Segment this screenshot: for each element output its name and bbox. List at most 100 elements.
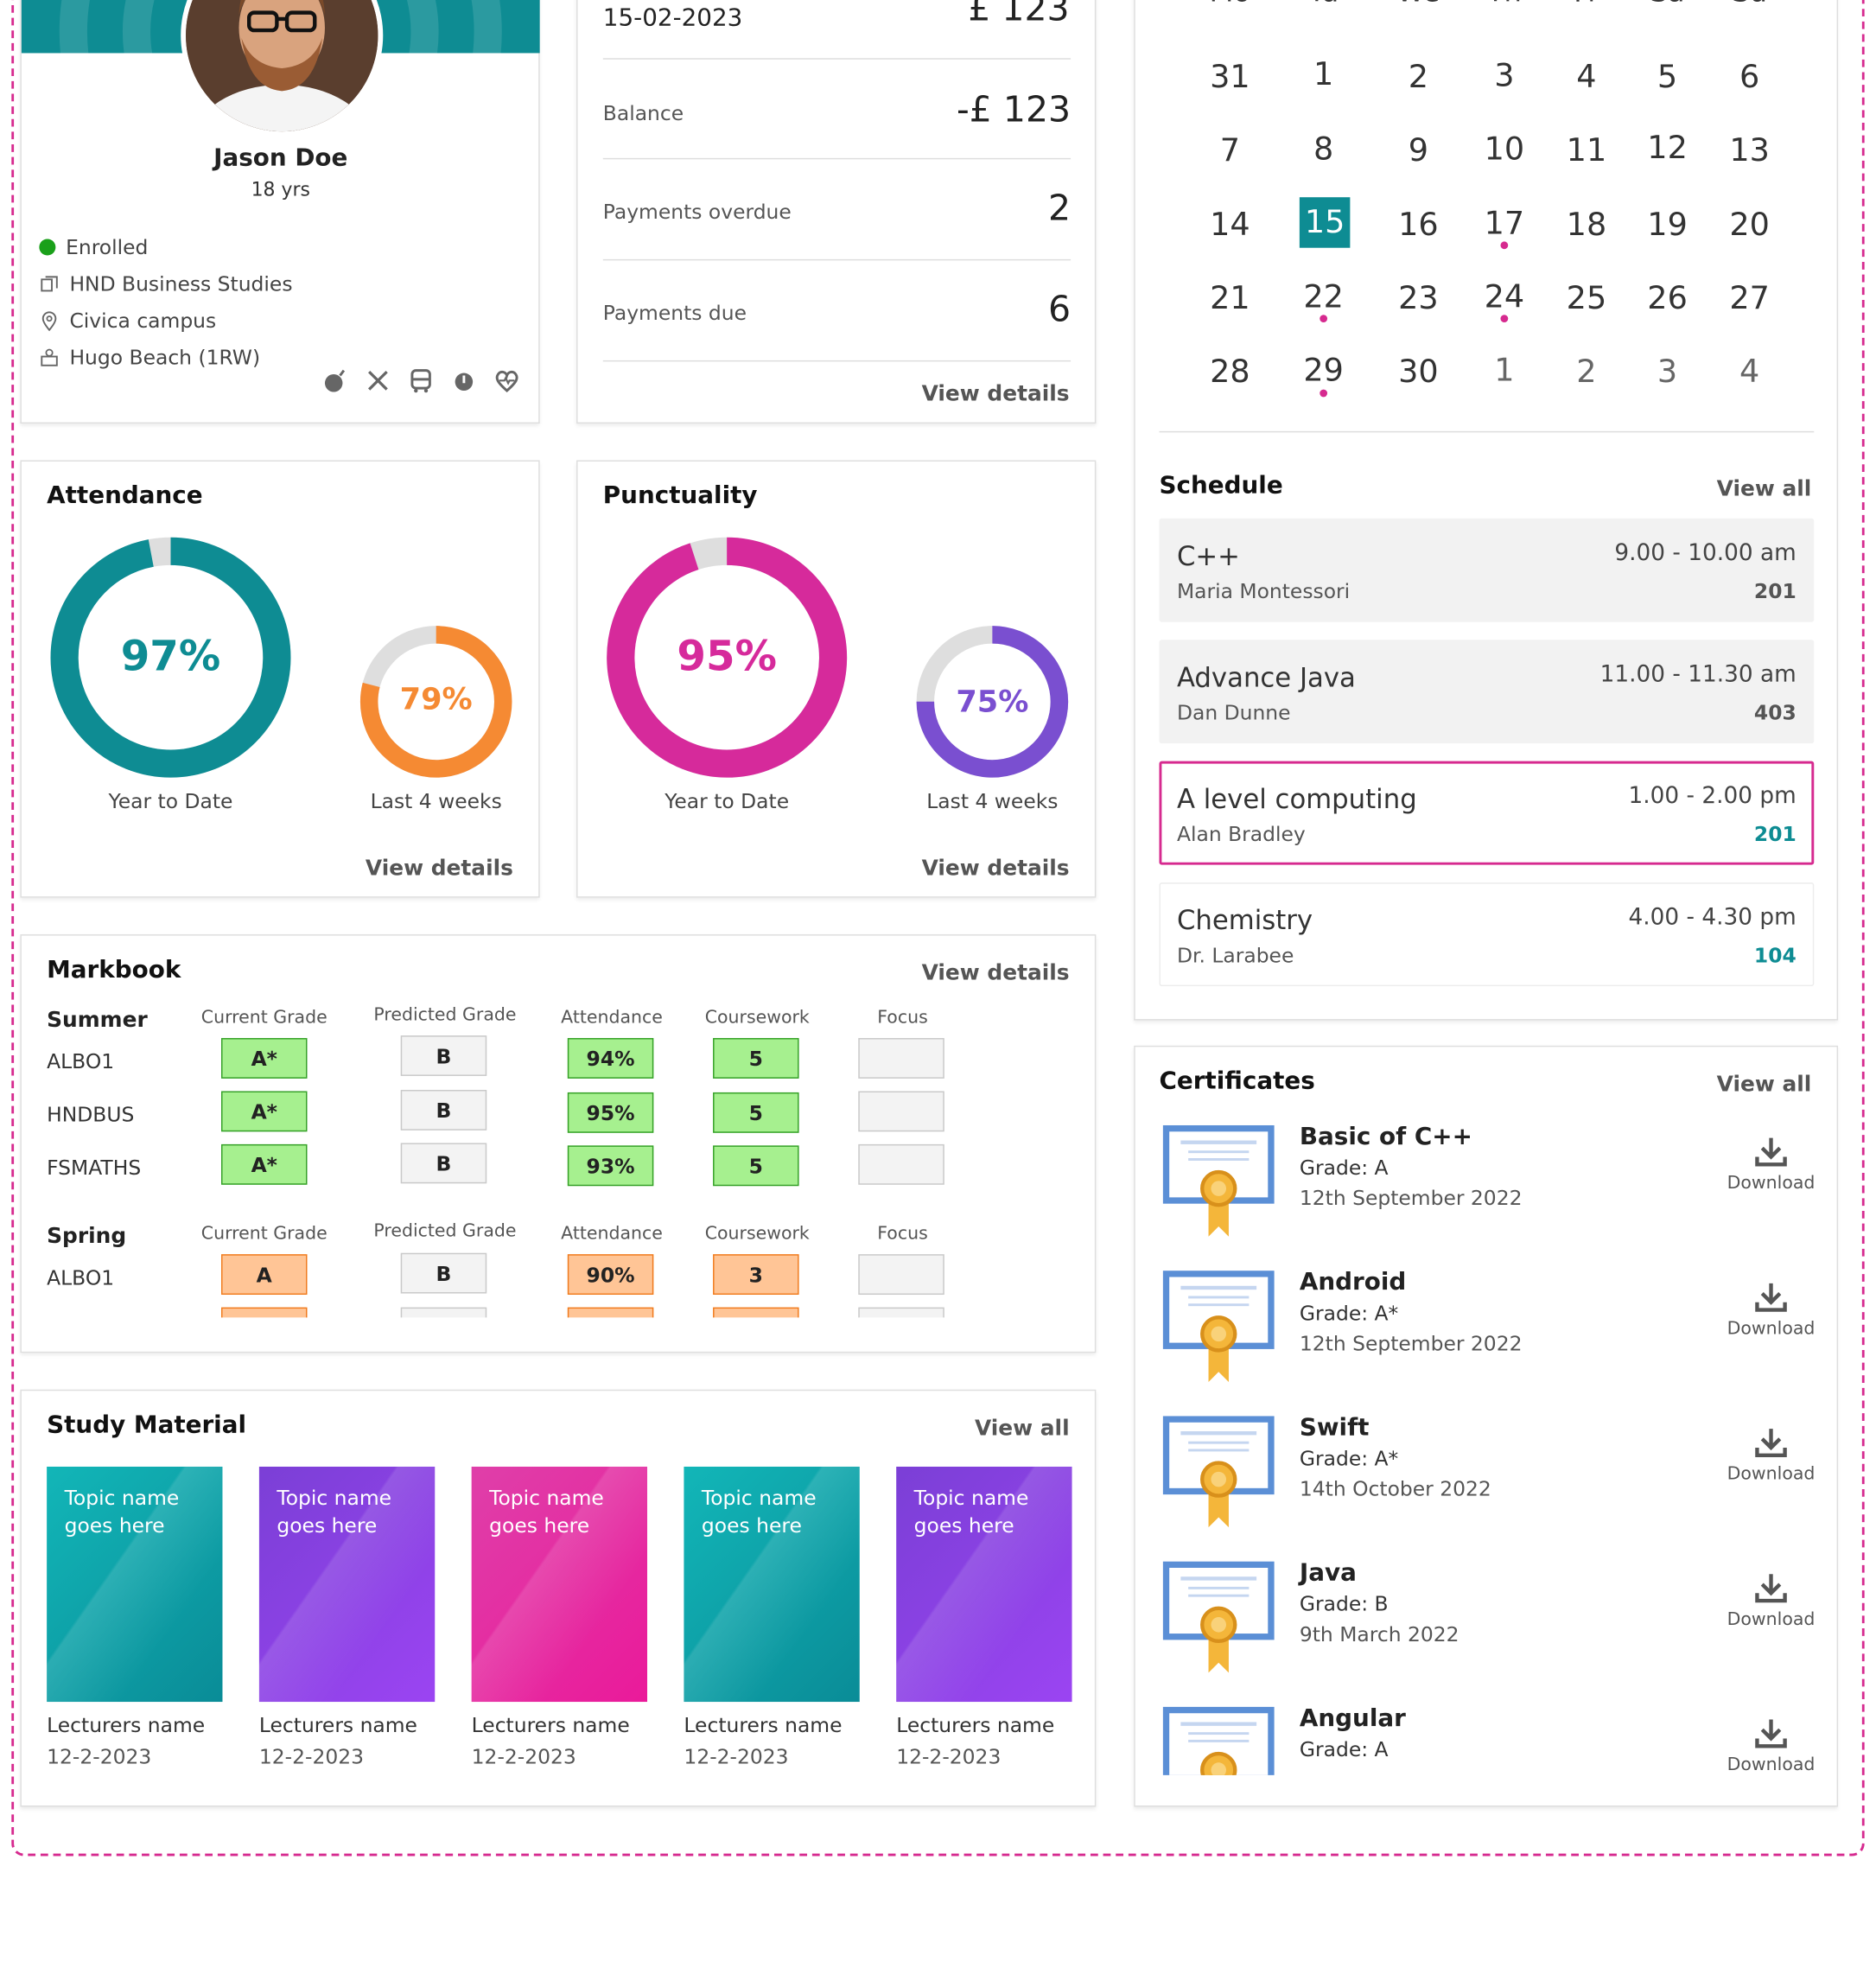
calendar-day[interactable]: 23 <box>1390 279 1447 315</box>
punctuality-view-details-link[interactable]: View details <box>922 856 1070 881</box>
calendar-day[interactable]: 25 <box>1557 279 1615 315</box>
certificate-list[interactable]: Basic of C++ Grade: A 12th September 202… <box>1135 1118 1840 1775</box>
bus-icon[interactable] <box>407 366 435 394</box>
schedule-view-all-link[interactable]: View all <box>1717 477 1812 502</box>
material-date: 12-2-2023 <box>471 1744 576 1769</box>
download-label: Download <box>1727 1173 1816 1194</box>
punctuality-ytd-caption: Year to Date <box>665 788 790 813</box>
calendar-day[interactable]: 14 <box>1201 206 1259 242</box>
download-button[interactable]: Download <box>1727 1426 1815 1484</box>
download-icon <box>1755 1429 1787 1457</box>
calendar-day[interactable]: 10 <box>1475 131 1533 167</box>
schedule-lecturer: Alan Bradley <box>1176 821 1306 846</box>
finance-view-details-link[interactable]: View details <box>922 382 1070 407</box>
grade-cell-partial <box>567 1307 654 1318</box>
avatar[interactable] <box>181 0 384 137</box>
certificate-item: Swift Grade: A* 14th October 2022 Downlo… <box>1161 1414 1816 1540</box>
medical-alert-icon[interactable] <box>321 366 349 394</box>
calendar-day[interactable]: 8 <box>1294 131 1352 167</box>
calendar-day[interactable]: 1 <box>1294 55 1352 92</box>
schedule-item-current[interactable]: A level computing Alan Bradley 1.00 - 2.… <box>1159 761 1815 865</box>
grade-cell: 5 <box>713 1092 799 1133</box>
calendar-day[interactable]: 28 <box>1201 353 1259 389</box>
certificate-date: 9th March 2022 <box>1299 1621 1459 1646</box>
calendar-day-next-month[interactable]: 4 <box>1720 353 1778 389</box>
grade-cell: A* <box>221 1038 308 1079</box>
study-view-all-link[interactable]: View all <box>975 1416 1070 1441</box>
study-tile[interactable]: Topic name goes here <box>896 1466 1072 1703</box>
study-tile[interactable]: Topic name goes here <box>47 1466 223 1703</box>
punctuality-ytd-value: 95% <box>677 630 777 681</box>
calendar-day[interactable]: 16 <box>1390 206 1447 242</box>
schedule-title: Schedule <box>1159 471 1283 500</box>
attendance-view-details-link[interactable]: View details <box>366 856 513 881</box>
certificates-title: Certificates <box>1159 1067 1315 1095</box>
calendar-day[interactable]: 9 <box>1390 131 1447 168</box>
col-focus: Focus <box>877 1007 928 1029</box>
weekday-label: We <box>1390 0 1447 9</box>
study-material-title: Study Material <box>47 1411 246 1439</box>
calendar-day[interactable]: 22 <box>1294 278 1352 315</box>
grade-cell: B <box>400 1143 487 1184</box>
alarm-icon[interactable] <box>450 366 478 394</box>
calendar-day[interactable]: 30 <box>1390 353 1447 389</box>
finance-row-balance: Balance -£ 123 <box>602 81 1072 160</box>
weekday-label: Th <box>1475 0 1533 9</box>
certificates-view-all-link[interactable]: View all <box>1717 1073 1812 1098</box>
download-button[interactable]: Download <box>1727 1136 1815 1194</box>
schedule-time: 1.00 - 2.00 pm <box>1628 782 1797 810</box>
calendar-day[interactable]: 3 <box>1475 57 1533 93</box>
calendar-day[interactable]: 21 <box>1201 279 1259 315</box>
calendar-day[interactable]: 6 <box>1720 58 1778 94</box>
calendar-day[interactable]: 27 <box>1720 279 1778 315</box>
study-tile[interactable]: Topic name goes here <box>684 1466 860 1703</box>
meal-icon[interactable] <box>364 366 391 394</box>
lecturer-name: Lecturers name <box>258 1713 417 1738</box>
download-button[interactable]: Download <box>1727 1571 1815 1630</box>
calendar-day[interactable]: 13 <box>1720 131 1778 168</box>
calendar-day[interactable]: 5 <box>1638 58 1696 94</box>
calendar-day[interactable]: 2 <box>1390 58 1447 94</box>
download-button[interactable]: Download <box>1727 1717 1815 1775</box>
attendance-charts <box>50 537 512 778</box>
calendar-day[interactable]: 29 <box>1294 352 1352 388</box>
row-name: HNDBUS <box>47 1102 135 1127</box>
event-dot <box>1320 389 1328 398</box>
markbook-card: Markbook View details Summer Current Gra… <box>20 934 1097 1353</box>
calendar-day-next-month[interactable]: 3 <box>1638 353 1696 389</box>
calendar-day[interactable]: 4 <box>1557 58 1615 94</box>
grade-cell: B <box>400 1090 487 1130</box>
markbook-table[interactable]: Summer Current Grade Predicted Grade Att… <box>22 936 1095 1318</box>
download-label: Download <box>1727 1318 1816 1340</box>
calendar-day[interactable]: 26 <box>1638 279 1696 315</box>
schedule-subject: C++ <box>1176 541 1240 572</box>
download-button[interactable]: Download <box>1727 1281 1815 1339</box>
health-icon[interactable] <box>493 366 521 394</box>
study-tile[interactable]: Topic name goes here <box>471 1466 648 1703</box>
grade-cell-partial <box>713 1307 799 1318</box>
schedule-item[interactable]: Chemistry Dr. Larabee 4.00 - 4.30 pm 104 <box>1159 882 1815 987</box>
calendar-day[interactable]: 31 <box>1201 58 1259 94</box>
calendar-day-selected[interactable]: 15 <box>1299 197 1351 248</box>
lecturer-name: Lecturers name <box>47 1713 206 1738</box>
event-dot <box>1500 241 1509 250</box>
schedule-item[interactable]: Advance Java Dan Dunne 11.00 - 11.30 am … <box>1159 640 1815 744</box>
calendar-day[interactable]: 17 <box>1475 205 1533 241</box>
calendar-day[interactable]: 24 <box>1475 278 1533 315</box>
calendar-day-next-month[interactable]: 1 <box>1475 352 1533 388</box>
certificate-grade: Grade: A <box>1299 1156 1389 1180</box>
schedule-room: 403 <box>1753 700 1797 725</box>
calendar-day[interactable]: 7 <box>1201 131 1259 168</box>
focus-cell <box>858 1143 944 1185</box>
study-tile[interactable]: Topic name goes here <box>258 1466 436 1703</box>
material-date: 12-2-2023 <box>896 1744 1002 1769</box>
calendar-day[interactable]: 12 <box>1638 129 1696 165</box>
schedule-item[interactable]: C++ Maria Montessori 9.00 - 10.00 am 201 <box>1159 518 1815 622</box>
calendar-day[interactable]: 11 <box>1557 131 1615 168</box>
calendar-day[interactable]: 18 <box>1557 206 1615 242</box>
calendar-day[interactable]: 20 <box>1720 206 1778 242</box>
calendar-day[interactable]: 19 <box>1638 206 1696 242</box>
col-current-grade: Current Grade <box>200 1007 328 1029</box>
calendar-day-next-month[interactable]: 2 <box>1557 353 1615 389</box>
certificate-date: 12th September 2022 <box>1299 1186 1523 1210</box>
